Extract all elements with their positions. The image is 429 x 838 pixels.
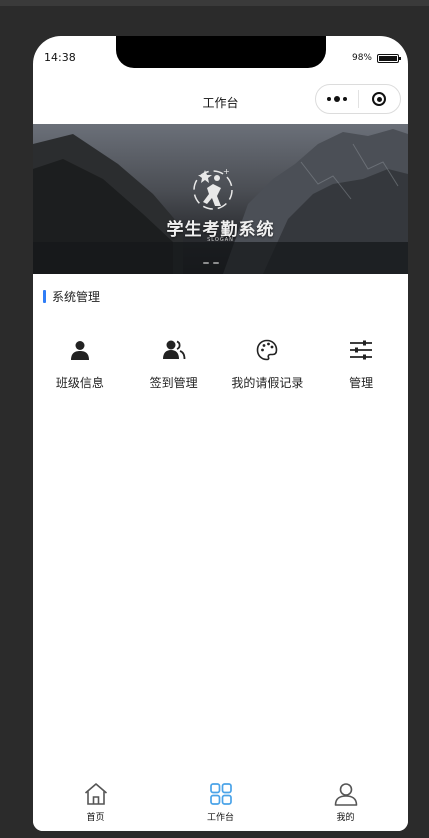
tab-label: 工作台: [206, 813, 234, 823]
grid-icon: [208, 781, 234, 807]
person-icon: [68, 338, 92, 362]
tab-mine[interactable]: 我的: [283, 771, 408, 831]
section-title: 系统管理: [52, 290, 101, 304]
target-icon: [372, 92, 387, 106]
function-grid: 班级信息 签到管理 我的请假记录 管理: [33, 338, 408, 391]
tab-label: 首页: [86, 813, 105, 823]
grid-item-label: 管理: [349, 376, 374, 390]
grid-item-leave-records[interactable]: 我的请假记录: [221, 338, 315, 391]
grid-item-class-info[interactable]: 班级信息: [33, 338, 127, 391]
users-icon: [162, 338, 186, 362]
logo-emblem-icon: +: [193, 167, 233, 210]
user-icon: [333, 781, 359, 807]
banner-carousel[interactable]: + 学生考勤系统 SLOGAN: [33, 124, 408, 274]
sliders-icon: [349, 338, 373, 362]
svg-text:+: +: [223, 167, 230, 176]
status-time: 14:38: [44, 51, 76, 64]
grid-item-management[interactable]: 管理: [314, 338, 408, 391]
phone-notch: [116, 36, 326, 68]
window-top-strip: [0, 0, 429, 6]
grid-item-label: 签到管理: [149, 376, 198, 390]
banner-slogan: SLOGAN: [207, 237, 234, 243]
section-header: 系统管理: [43, 288, 100, 305]
bottom-tab-bar: 首页 工作台 我的: [33, 771, 408, 831]
phone-frame: 14:38 98% 工作台 + 学生考勤系统 SLOGAN 系统管理 班级信息 …: [33, 36, 408, 831]
carousel-indicators: [203, 262, 219, 264]
tab-home[interactable]: 首页: [33, 771, 158, 831]
battery-percent: 98%: [351, 53, 372, 63]
grid-item-checkin-management[interactable]: 签到管理: [127, 338, 221, 391]
tab-workbench[interactable]: 工作台: [158, 771, 283, 831]
home-icon: [83, 781, 109, 807]
mini-program-capsule: [315, 84, 401, 114]
tab-label: 我的: [336, 813, 355, 823]
battery-icon: [377, 53, 401, 63]
status-right: 98%: [351, 53, 401, 63]
grid-item-label: 班级信息: [55, 376, 104, 390]
grid-item-label: 我的请假记录: [231, 376, 304, 390]
more-button[interactable]: [316, 96, 358, 102]
section-accent-bar: [43, 290, 46, 303]
close-mini-program-button[interactable]: [359, 92, 400, 106]
palette-icon: [255, 338, 279, 362]
